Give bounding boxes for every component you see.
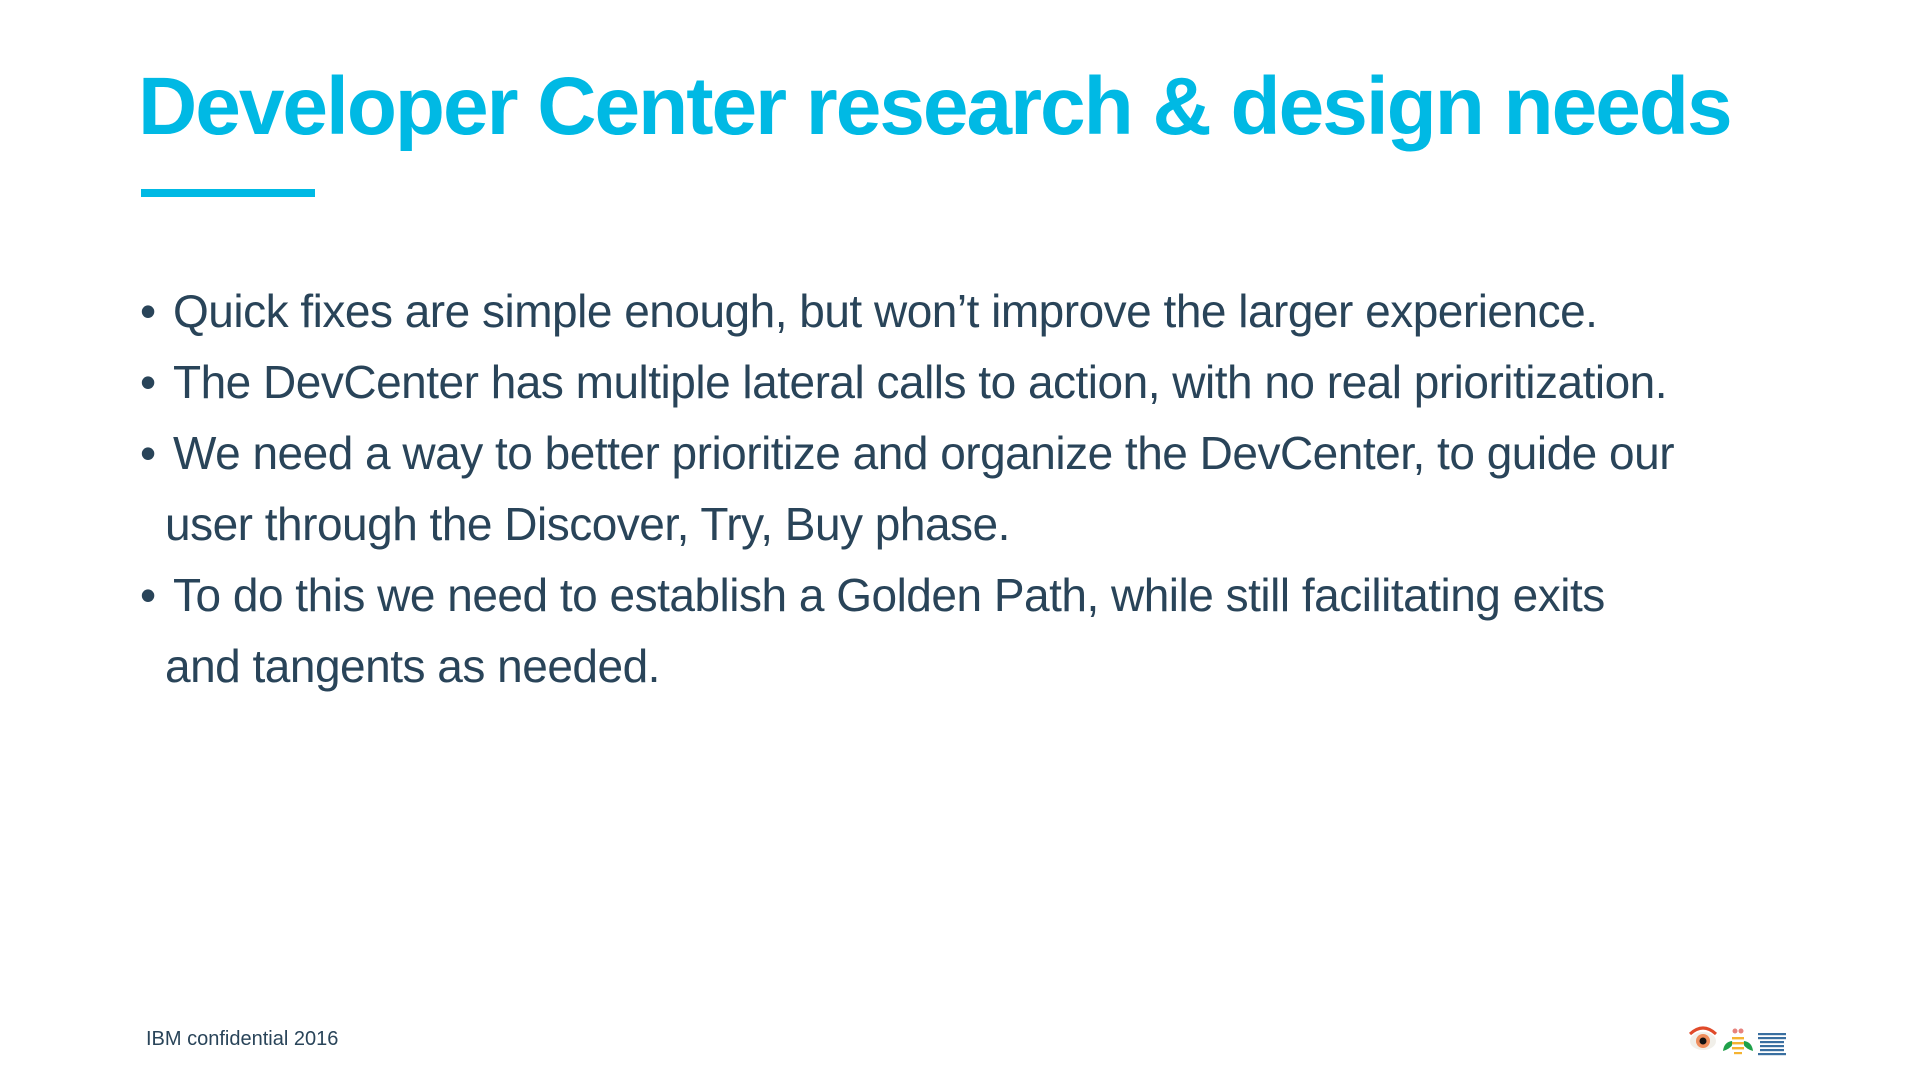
title-underline [141,189,315,197]
footer-confidential: IBM confidential 2016 [146,1028,339,1050]
eye-icon [1688,1026,1718,1050]
bullet-text: We need a way to better prioritize and o… [173,427,1675,479]
bullet-text: The DevCenter has multiple lateral calls… [173,356,1668,408]
bullet-item: • Quick fixes are simple enough, but won’… [140,276,1674,347]
slide-title: Developer Center research & design needs [138,61,1733,152]
bullet-item: • We need a way to better prioritize and … [140,418,1675,560]
bee-icon [1723,1028,1753,1055]
bullet-icon: • [140,569,156,621]
bullet-item: • The DevCenter has multiple lateral call… [140,347,1674,418]
bullet-text-continued: and tangents as needed. [165,640,660,692]
bullet-item: • To do this we need to establish a Golde… [140,560,1674,702]
m-icon [1758,1033,1786,1056]
bullet-icon: • [140,356,156,408]
bullet-icon: • [140,427,156,479]
ibm-logo [1688,1024,1792,1065]
bullet-text-continued: user through the Discover, Try, Buy phas… [165,498,1010,550]
bullet-list: • Quick fixes are simple enough, but won’… [140,276,1675,702]
bullet-text: Quick fixes are simple enough, but won’t… [173,285,1598,337]
bullet-icon: • [140,285,156,337]
bullet-text: To do this we need to establish a Golden… [173,569,1605,621]
